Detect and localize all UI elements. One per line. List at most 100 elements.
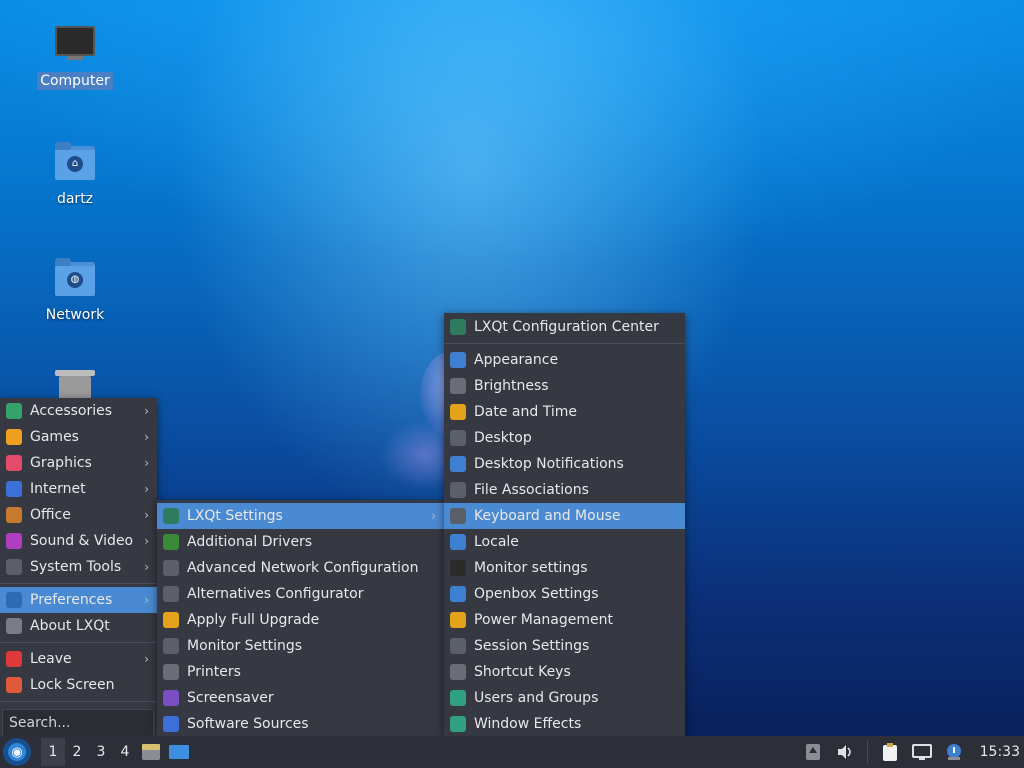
preferences-menu-item[interactable]: Additional Drivers: [157, 529, 444, 555]
chevron-right-icon: ›: [144, 534, 149, 548]
lxqt-settings-menu-item[interactable]: Desktop Notifications: [444, 451, 685, 477]
config-center-icon: [450, 319, 466, 335]
clock[interactable]: 15:33: [980, 744, 1020, 760]
chevron-right-icon: ›: [144, 652, 149, 666]
menu-separator: [0, 701, 157, 702]
clock-icon: [450, 404, 466, 420]
show-desktop-button[interactable]: [167, 740, 191, 764]
main-menu-item[interactable]: Office ›: [0, 502, 157, 528]
lxqt-settings-menu-item[interactable]: Users and Groups: [444, 685, 685, 711]
file-manager-icon: [142, 744, 160, 760]
lxqt-settings-menu-item[interactable]: Monitor settings: [444, 555, 685, 581]
main-menu-item-label: Games: [30, 429, 79, 445]
lxqt-settings-menu-item[interactable]: Power Management: [444, 607, 685, 633]
update-notifier-button[interactable]: [942, 740, 966, 764]
lxqt-settings-menu-item-label: Brightness: [474, 378, 549, 394]
lxqt-settings-menu-item[interactable]: File Associations: [444, 477, 685, 503]
main-menu-item-label: Lock Screen: [30, 677, 115, 693]
lxqt-settings-menu-item[interactable]: Brightness: [444, 373, 685, 399]
lxqt-settings-menu-item-label: Power Management: [474, 612, 614, 628]
lxqt-settings-menu-item-label: LXQt Configuration Center: [474, 319, 659, 335]
desktop-switch-4[interactable]: 4: [113, 738, 137, 766]
users-icon: [450, 690, 466, 706]
preferences-menu-item[interactable]: Printers: [157, 659, 444, 685]
lxqt-settings-menu-item[interactable]: Date and Time: [444, 399, 685, 425]
lxqt-settings-menu-item-label: Users and Groups: [474, 690, 599, 706]
network-icon: [911, 744, 932, 760]
main-menu-item[interactable]: About LXQt: [0, 613, 157, 639]
menu-separator: [0, 642, 157, 643]
file-manager-launcher[interactable]: [139, 740, 163, 764]
notifications-icon: [450, 456, 466, 472]
desktop-icon-home[interactable]: ⌂ dartz: [20, 140, 130, 208]
preferences-menu-item[interactable]: Apply Full Upgrade: [157, 607, 444, 633]
desktop-icon-label: Computer: [37, 72, 113, 90]
desktop-switch-1[interactable]: 1: [41, 738, 65, 766]
about-icon: [6, 618, 22, 634]
preferences-icon: [6, 592, 22, 608]
desktop-switch-3[interactable]: 3: [89, 738, 113, 766]
chevron-right-icon: ›: [144, 404, 149, 418]
desktop-switch-2[interactable]: 2: [65, 738, 89, 766]
network-status-button[interactable]: [910, 740, 934, 764]
main-menu-item[interactable]: Graphics ›: [0, 450, 157, 476]
session-icon: [450, 638, 466, 654]
window-effects-icon: [450, 716, 466, 732]
alternatives-icon: [163, 586, 179, 602]
preferences-menu-item[interactable]: Advanced Network Configuration: [157, 555, 444, 581]
lxqt-settings-menu-item[interactable]: LXQt Configuration Center: [444, 314, 685, 340]
main-menu-item[interactable]: Lock Screen: [0, 672, 157, 698]
lxqt-settings-menu-item[interactable]: Openbox Settings: [444, 581, 685, 607]
openbox-icon: [450, 586, 466, 602]
main-menu-item[interactable]: Internet ›: [0, 476, 157, 502]
main-menu-item[interactable]: Accessories ›: [0, 398, 157, 424]
desktop-icon-network[interactable]: ◍ Network: [20, 256, 130, 324]
taskbar: ◉ 1 2 3 4 15:33: [0, 736, 1024, 768]
clipboard-button[interactable]: [878, 740, 902, 764]
lxqt-settings-menu-item[interactable]: Locale: [444, 529, 685, 555]
preferences-menu-item[interactable]: Software Sources: [157, 711, 444, 737]
accessories-icon: [6, 403, 22, 419]
power-icon: [450, 612, 466, 628]
menu-separator: [0, 583, 157, 584]
main-menu-item-label: Accessories: [30, 403, 113, 419]
preferences-menu-item[interactable]: Monitor Settings: [157, 633, 444, 659]
tray-expand-button[interactable]: [801, 740, 825, 764]
main-menu-item[interactable]: Leave ›: [0, 646, 157, 672]
software-sources-icon: [163, 716, 179, 732]
chevron-right-icon: ›: [144, 482, 149, 496]
lxqt-settings-menu-item[interactable]: Shortcut Keys: [444, 659, 685, 685]
desktop-icon-label: Network: [45, 307, 105, 323]
desktop-icon-computer[interactable]: Computer: [20, 22, 130, 90]
lxqt-settings-menu-item[interactable]: Desktop: [444, 425, 685, 451]
lxqt-settings-menu-item[interactable]: Appearance: [444, 347, 685, 373]
preferences-menu-item-label: Apply Full Upgrade: [187, 612, 320, 628]
drivers-icon: [163, 534, 179, 550]
preferences-menu-item[interactable]: Screensaver: [157, 685, 444, 711]
lxqt-settings-menu-item[interactable]: Window Effects: [444, 711, 685, 737]
menu-search-input[interactable]: [2, 709, 154, 737]
preferences-menu-item-label: Alternatives Configurator: [187, 586, 364, 602]
main-menu-item-label: Internet: [30, 481, 86, 497]
arrow-up-icon: [805, 744, 820, 760]
main-menu-item[interactable]: Games ›: [0, 424, 157, 450]
preferences-menu-item[interactable]: LXQt Settings ›: [157, 503, 444, 529]
main-menu-item[interactable]: System Tools ›: [0, 554, 157, 580]
network-folder-icon: ◍: [53, 256, 97, 300]
preferences-menu-item[interactable]: Alternatives Configurator: [157, 581, 444, 607]
office-icon: [6, 507, 22, 523]
chevron-right-icon: ›: [431, 509, 436, 523]
start-menu-button[interactable]: ◉: [3, 738, 31, 766]
main-menu-item[interactable]: Sound & Video ›: [0, 528, 157, 554]
lxqt-settings-menu-item[interactable]: Keyboard and Mouse: [444, 503, 685, 529]
volume-button[interactable]: [833, 740, 857, 764]
monitor-icon: [163, 638, 179, 654]
lxqt-settings-menu-item-label: Desktop: [474, 430, 532, 446]
main-menu-item[interactable]: Preferences ›: [0, 587, 157, 613]
lxqt-settings-menu-item-label: Monitor settings: [474, 560, 588, 576]
computer-icon: [53, 22, 97, 66]
lxqt-settings-menu-item-label: Appearance: [474, 352, 559, 368]
lxqt-settings-menu-item[interactable]: Session Settings: [444, 633, 685, 659]
network-config-icon: [163, 560, 179, 576]
lxqt-settings-submenu: LXQt Configuration Center Appearance Brigh…: [444, 313, 685, 736]
